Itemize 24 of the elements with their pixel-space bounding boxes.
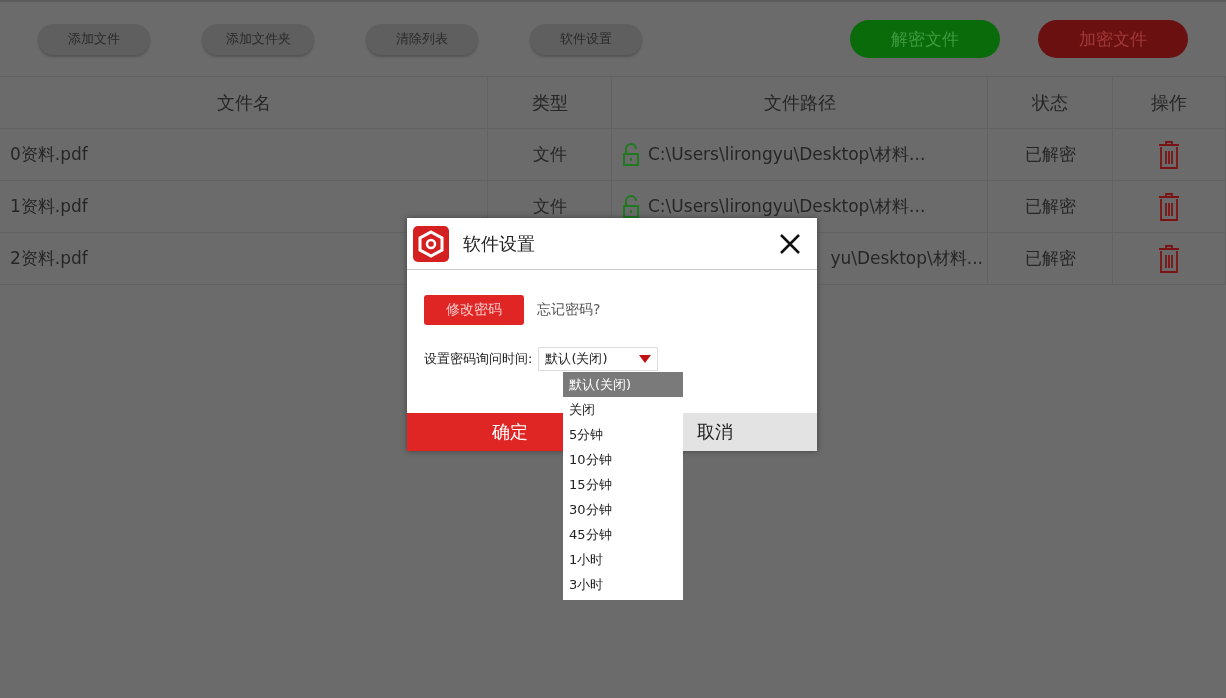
column-header: 类型 [488, 77, 612, 128]
file-path: C:\Users\lirongyu\Desktop\材料... [648, 143, 926, 166]
field-label: 设置密码询问时间: [424, 350, 533, 368]
column-header: 状态 [988, 77, 1113, 128]
trash-icon[interactable] [1157, 243, 1181, 274]
caret-icon [639, 355, 652, 363]
column-header: 操作 [1113, 77, 1226, 128]
file-path: yu\Desktop\材料... [830, 247, 983, 270]
unlocked-padlock-icon [622, 142, 640, 167]
column-header: 文件名 [0, 77, 488, 128]
forgot-password-link[interactable]: 忘记密码? [537, 301, 601, 319]
table-cell: 已解密 [988, 181, 1113, 232]
ask-time-dropdown[interactable]: 默认(关闭) [538, 347, 659, 371]
file-path: C:\Users\lirongyu\Desktop\材料... [648, 195, 926, 218]
app-logo-icon [413, 225, 449, 262]
table-cell: 已解密 [988, 129, 1113, 180]
trash-icon[interactable] [1157, 139, 1181, 170]
dropdown-option[interactable]: 默认(关闭) [563, 372, 683, 397]
table-cell: 0资料.pdf [0, 129, 488, 180]
column-header: 文件路径 [612, 77, 988, 128]
trash-icon[interactable] [1157, 191, 1181, 222]
table-cell: 文件 [488, 129, 612, 180]
table-cell: 已解密 [988, 233, 1113, 284]
unlocked-padlock-icon [622, 194, 640, 219]
